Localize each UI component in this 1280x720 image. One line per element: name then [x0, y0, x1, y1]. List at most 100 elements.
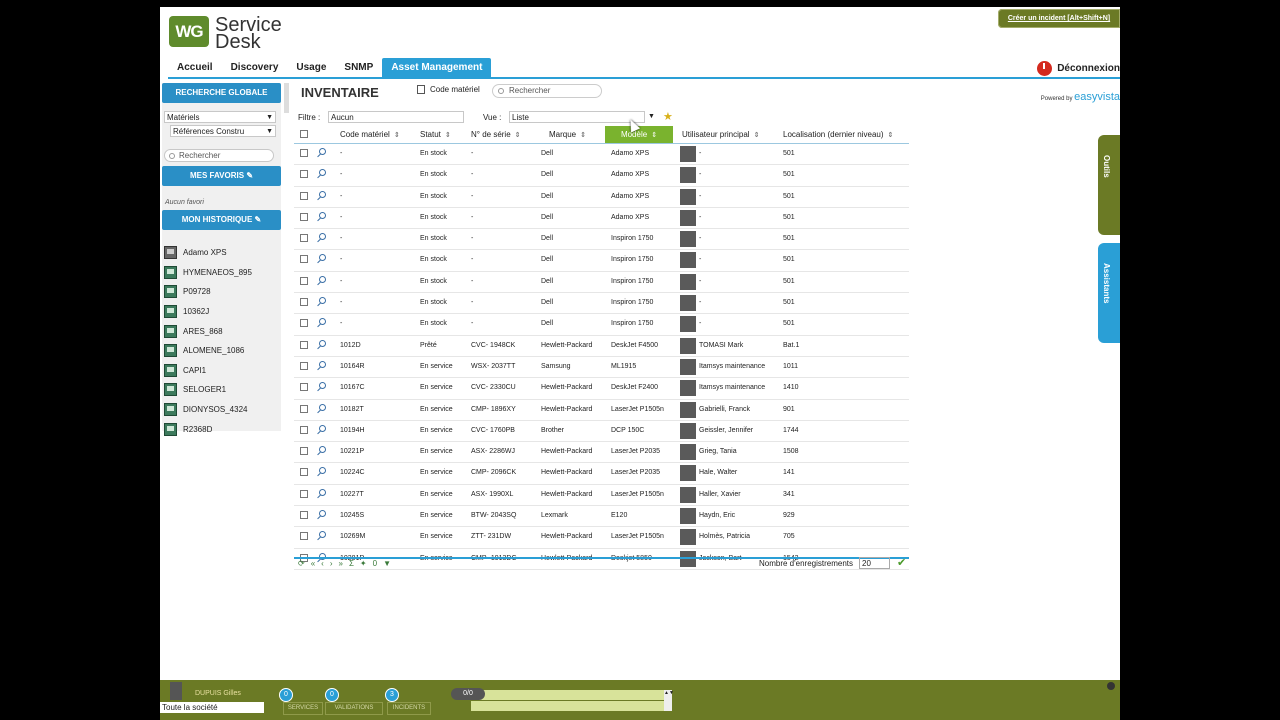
sidebar-splitter[interactable]: [284, 83, 289, 113]
chevron-down-icon[interactable]: ▼: [648, 113, 655, 120]
row-checkbox[interactable]: [300, 234, 308, 243]
row-checkbox[interactable]: [300, 447, 308, 456]
history-item[interactable]: ARES_868: [164, 321, 280, 341]
table-row[interactable]: - En stock - Dell Adamo XPS - 501: [294, 144, 909, 166]
validations-count-badge[interactable]: 0: [325, 688, 339, 702]
table-row[interactable]: 10245S En service BTW- 2043SQ Lexmark E120 Ha…: [294, 506, 909, 528]
table-row[interactable]: - En stock - Dell Adamo XPS - 501: [294, 187, 909, 208]
history-item[interactable]: R2368D: [164, 419, 280, 439]
row-checkbox[interactable]: [300, 276, 308, 285]
history-item[interactable]: P09728: [164, 282, 280, 302]
company-scope-select[interactable]: Toute la société: [160, 702, 264, 713]
magnifier-icon[interactable]: [319, 275, 326, 283]
history-item[interactable]: HYMENAEOS_895: [164, 263, 280, 283]
sum-icon[interactable]: Σ: [349, 559, 354, 568]
magnifier-icon[interactable]: [319, 318, 326, 326]
col-serial[interactable]: N° de série ⇕: [471, 130, 521, 139]
table-row[interactable]: - En stock - Dell Inspiron 1750 - 501: [294, 293, 909, 315]
col-marque[interactable]: Marque ⇕: [549, 130, 586, 139]
table-row[interactable]: 1012D Prêté CVC- 1948CK Hewlett-Packard Desk…: [294, 336, 909, 357]
history-item[interactable]: Adamo XPS: [164, 243, 280, 263]
global-search-button[interactable]: RECHERCHE GLOBALE: [162, 83, 281, 103]
create-incident-button[interactable]: Créer un incident [Alt+Shift+N]: [998, 9, 1120, 28]
favorites-button[interactable]: MES FAVORIS ✎: [162, 166, 281, 186]
incidents-tab[interactable]: INCIDENTS: [387, 702, 431, 715]
records-input[interactable]: 20: [859, 557, 890, 569]
category-select[interactable]: Matériels ▼: [164, 111, 276, 123]
sidebar-search-input[interactable]: Rechercher: [164, 149, 274, 162]
row-checkbox[interactable]: [300, 468, 308, 477]
table-row[interactable]: 10227T En service ASX- 1990XL Hewlett-Packa…: [294, 485, 909, 507]
refresh-icon[interactable]: ⟳: [298, 559, 305, 568]
table-row[interactable]: 10182T En service CMP- 1896XY Hewlett-Packa…: [294, 400, 909, 421]
magnifier-icon[interactable]: [319, 211, 326, 219]
magnifier-icon[interactable]: [319, 510, 326, 518]
validations-tab[interactable]: VALIDATIONS: [325, 702, 383, 715]
row-checkbox[interactable]: [300, 191, 308, 200]
magnifier-icon[interactable]: [319, 467, 326, 475]
prev-page-icon[interactable]: ‹: [321, 559, 324, 568]
row-checkbox[interactable]: [300, 170, 308, 179]
table-row[interactable]: - En stock - Dell Inspiron 1750 - 501: [294, 272, 909, 294]
magnifier-icon[interactable]: [319, 190, 326, 198]
check-icon[interactable]: ✔: [897, 556, 906, 569]
code-materiel-filter[interactable]: Code matériel: [417, 85, 480, 94]
magnifier-icon[interactable]: [319, 148, 326, 155]
scroll-arrows-icon[interactable]: ▲▼: [664, 690, 674, 711]
col-code-materiel[interactable]: Code matériel ⇕: [340, 130, 400, 139]
magnifier-icon[interactable]: [319, 446, 326, 454]
row-checkbox[interactable]: [300, 149, 308, 157]
table-row[interactable]: 10269M En service ZTT- 231DW Hewlett-Packar…: [294, 527, 909, 549]
row-checkbox[interactable]: [300, 383, 308, 392]
next-page-icon[interactable]: ›: [330, 559, 333, 568]
select-all-checkbox[interactable]: [300, 130, 308, 138]
row-checkbox[interactable]: [300, 212, 308, 221]
last-page-icon[interactable]: »: [339, 559, 343, 568]
service-desk-logo[interactable]: WG Service Desk: [169, 14, 291, 53]
magnifier-icon[interactable]: [319, 297, 326, 305]
nav-asset-management[interactable]: Asset Management: [382, 58, 492, 78]
nav-usage[interactable]: Usage: [287, 58, 335, 78]
col-statut[interactable]: Statut ⇕: [420, 130, 451, 139]
table-row[interactable]: 10167C En service CVC- 2330CU Hewlett-Packa…: [294, 378, 909, 400]
history-item[interactable]: SELOGER1: [164, 380, 280, 400]
view-select[interactable]: Liste: [509, 111, 645, 123]
subcategory-select[interactable]: Références Constru ▼: [170, 125, 276, 137]
row-checkbox[interactable]: [300, 425, 308, 434]
table-row[interactable]: - En stock - Dell Inspiron 1750 - 501: [294, 229, 909, 251]
table-row[interactable]: - En stock - Dell Adamo XPS - 501: [294, 165, 909, 187]
table-row[interactable]: - En stock - Dell Adamo XPS - 501: [294, 208, 909, 230]
magnifier-icon[interactable]: [319, 339, 326, 347]
row-checkbox[interactable]: [300, 319, 308, 328]
row-checkbox[interactable]: [300, 255, 308, 264]
history-item[interactable]: ALOMENE_1086: [164, 341, 280, 361]
table-row[interactable]: 10194H En service CVC- 1760PB Brother DCP 15…: [294, 421, 909, 443]
magnifier-icon[interactable]: [319, 169, 326, 177]
magnifier-icon[interactable]: [319, 382, 326, 390]
row-checkbox[interactable]: [300, 340, 308, 349]
row-checkbox[interactable]: [300, 532, 308, 541]
assistants-tab[interactable]: Assistants: [1098, 243, 1120, 343]
table-row[interactable]: - En stock - Dell Inspiron 1750 - 501: [294, 314, 909, 336]
first-page-icon[interactable]: «: [311, 559, 315, 568]
chevron-down-icon[interactable]: ▼: [383, 559, 391, 568]
row-checkbox[interactable]: [300, 489, 308, 498]
row-checkbox[interactable]: [300, 511, 308, 520]
star-icon[interactable]: ★: [663, 110, 673, 123]
filter-select[interactable]: Aucun: [328, 111, 464, 123]
table-row[interactable]: 10224C En service CMP- 2096CK Hewlett-Packa…: [294, 463, 909, 485]
history-item[interactable]: DIONYSOS_4324: [164, 400, 280, 420]
col-utilisateur[interactable]: Utilisateur principal ⇕: [682, 130, 759, 139]
magnifier-icon[interactable]: [319, 424, 326, 432]
table-row[interactable]: 10164R En service WSX- 2037TT Samsung ML1915…: [294, 357, 909, 379]
magnifier-icon[interactable]: [319, 488, 326, 496]
magnifier-icon[interactable]: [319, 403, 326, 411]
incidents-count-badge[interactable]: 3: [385, 688, 399, 702]
row-checkbox[interactable]: [300, 404, 308, 413]
nav-accueil[interactable]: Accueil: [168, 58, 222, 78]
inventory-search-input[interactable]: Rechercher: [492, 84, 602, 98]
magnifier-icon[interactable]: [319, 531, 326, 539]
nav-snmp[interactable]: SNMP: [335, 58, 382, 78]
magnifier-icon[interactable]: [319, 233, 326, 241]
nav-discovery[interactable]: Discovery: [222, 58, 288, 78]
